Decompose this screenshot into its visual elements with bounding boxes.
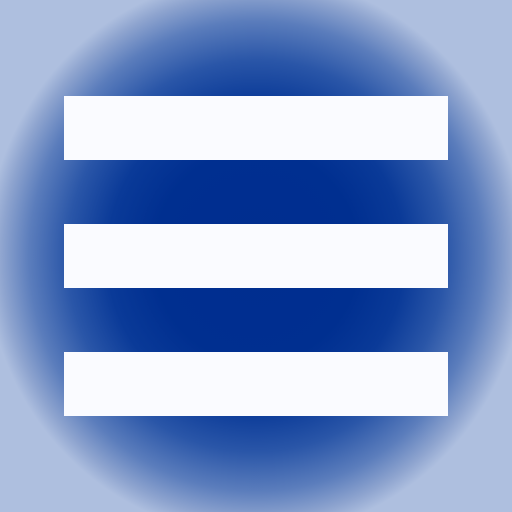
- menu-bar-bottom: [64, 352, 448, 416]
- hamburger-menu-icon[interactable]: [0, 0, 512, 512]
- menu-bar-middle: [64, 224, 448, 288]
- menu-bar-top: [64, 96, 448, 160]
